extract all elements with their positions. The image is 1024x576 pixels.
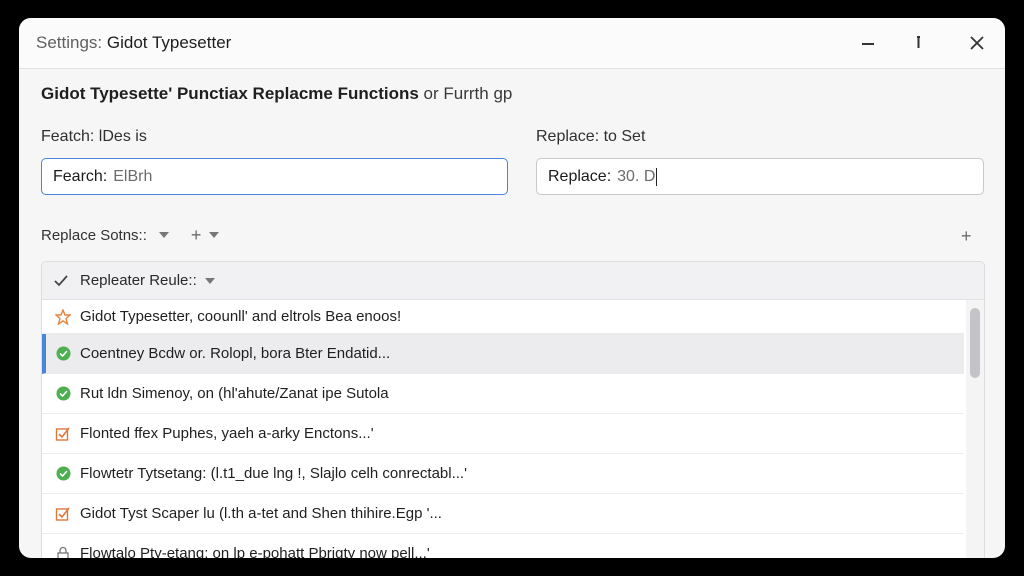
pin-icon [917,36,920,48]
chevron-down-icon[interactable] [209,232,220,238]
heading-bold: Gidot Typesette' Punctiax Replacme Funct… [41,84,419,103]
replace-label: Replace: to Set [536,128,646,145]
list-item-text: Gidot Tyst Scaper lu (l.th a-tet and She… [80,505,442,522]
chevron-down-icon[interactable] [204,277,215,284]
list-item[interactable]: Gidot Typesetter, coounll' and eltrols B… [42,300,964,334]
list-header[interactable]: Repleater Reule:: [42,262,984,300]
check-circle-icon [54,465,72,483]
rules-list: Repleater Reule:: Gidot Typesetter, coou… [41,261,985,558]
list-item-text: Coentney Bcdw or. Rolopl, bora Bter Enda… [80,345,391,362]
list-item-text: Rut ldn Simenoy, on (hl'ahute/Zanat ipe … [80,385,389,402]
heading-rest: or Furrth gp [423,84,513,103]
list-item[interactable]: Rut ldn Simenoy, on (hl'ahute/Zanat ipe … [42,374,964,414]
list-header-label: Repleater Reule:: [80,272,197,289]
check-circle-icon [54,385,72,403]
search-value: ElBrh [113,167,153,185]
title-bar: Settings: Gidot Typesetter [19,18,1005,69]
replace-prefix: Replace: [548,167,612,185]
minimize-icon [862,43,874,45]
search-prefix: Fearch: [53,167,108,185]
list-item[interactable]: Gidot Tyst Scaper lu (l.th a-tet and She… [42,494,964,534]
replace-input[interactable]: Replace: 30. D [536,158,984,195]
list-item-text: Flonted ffex Puphes, yaeh a-arky Enctons… [80,425,374,442]
text-caret [656,167,658,186]
check-circle-icon [54,345,72,363]
check-icon [54,274,68,286]
list-item-text: Flowtetr Tytsetang: (l.t1_due lng !, Sla… [80,465,467,482]
vertical-scrollbar[interactable] [966,300,984,558]
pin-button[interactable] [903,28,933,58]
add-rule-icon[interactable]: + [961,227,972,245]
lock-icon [54,545,72,558]
window-title: Settings: Gidot Typesetter [36,33,231,53]
chevron-down-icon[interactable] [158,232,169,238]
replace-options-label: Replace Sotns:: [41,226,147,244]
list-item[interactable]: Flowtetr Tytsetang: (l.t1_due lng !, Sla… [42,454,964,494]
settings-window: Settings: Gidot Typesetter Gidot Typeset… [19,18,1005,558]
list-item[interactable]: Flowtalo Pty-etang: on lp e-pohatt Pbrig… [42,534,964,558]
title-app: Gidot Typesetter [106,33,232,52]
minimize-button[interactable] [853,28,883,58]
page-heading: Gidot Typesette' Punctiax Replacme Funct… [41,84,512,104]
search-label: Featch: lDes is [41,128,147,145]
list-item[interactable]: Coentney Bcdw or. Rolopl, bora Bter Enda… [42,334,964,374]
list-item-text: Gidot Typesetter, coounll' and eltrols B… [80,308,402,325]
checkbox-icon [54,505,72,523]
list-item[interactable]: Flonted ffex Puphes, yaeh a-arky Enctons… [42,414,964,454]
replace-value: 30. D [617,167,656,185]
star-icon [54,308,72,326]
scrollbar-thumb[interactable] [970,308,980,378]
search-input[interactable]: Fearch: ElBrh [41,158,508,195]
close-icon [970,36,984,50]
list-item-text: Flowtalo Pty-etang: on lp e-pohatt Pbrig… [80,545,430,558]
replace-options-row: Replace Sotns:: + [41,226,220,244]
checkbox-icon [54,425,72,443]
close-button[interactable] [962,28,992,58]
title-prefix: Settings: [36,33,103,52]
add-icon[interactable]: + [191,226,202,244]
